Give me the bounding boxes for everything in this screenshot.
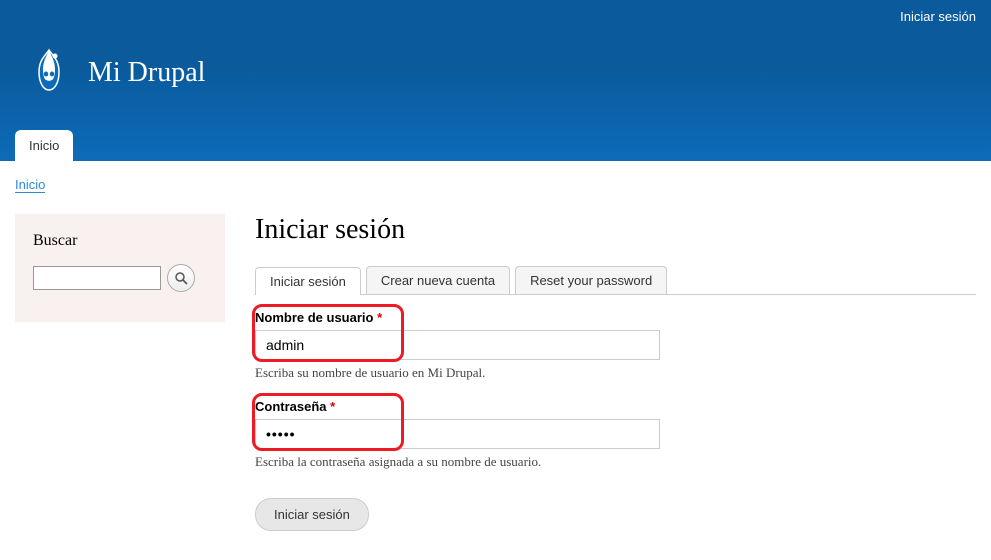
username-field[interactable] [255, 330, 660, 360]
search-button[interactable] [167, 264, 195, 292]
submit-button[interactable]: Iniciar sesión [255, 498, 369, 531]
site-header: Iniciar sesión Mi Drupal Inicio [0, 0, 991, 161]
form-item-username: Nombre de usuario * Escriba su nombre de… [255, 310, 976, 381]
tab-login[interactable]: Iniciar sesión [255, 267, 361, 295]
main-nav: Inicio [0, 130, 991, 161]
password-field[interactable] [255, 419, 660, 449]
required-marker: * [330, 399, 335, 414]
username-label: Nombre de usuario * [255, 310, 976, 325]
breadcrumb-home[interactable]: Inicio [15, 177, 45, 193]
page-title: Iniciar sesión [255, 214, 976, 246]
login-link[interactable]: Iniciar sesión [900, 9, 976, 24]
tab-reset-password[interactable]: Reset your password [515, 266, 667, 294]
main-content: Iniciar sesión Iniciar sesión Crear nuev… [255, 214, 976, 531]
sidebar: Buscar [15, 214, 225, 531]
breadcrumb: Inicio [0, 161, 991, 204]
search-icon [174, 271, 188, 285]
search-title: Buscar [33, 232, 207, 250]
password-description: Escriba la contraseña asignada a su nomb… [255, 454, 976, 470]
branding: Mi Drupal [0, 26, 991, 130]
header-top-links: Iniciar sesión [0, 0, 991, 26]
required-marker: * [377, 310, 382, 325]
nav-home[interactable]: Inicio [15, 130, 73, 161]
form-item-password: Contraseña * Escriba la contraseña asign… [255, 399, 976, 470]
password-label: Contraseña * [255, 399, 976, 414]
search-block: Buscar [15, 214, 225, 322]
search-input[interactable] [33, 266, 161, 290]
drupal-logo-icon [25, 46, 73, 100]
site-name: Mi Drupal [88, 57, 205, 89]
tab-register[interactable]: Crear nueva cuenta [366, 266, 510, 294]
username-description: Escriba su nombre de usuario en Mi Drupa… [255, 365, 976, 381]
tabs: Iniciar sesión Crear nueva cuenta Reset … [255, 266, 976, 295]
